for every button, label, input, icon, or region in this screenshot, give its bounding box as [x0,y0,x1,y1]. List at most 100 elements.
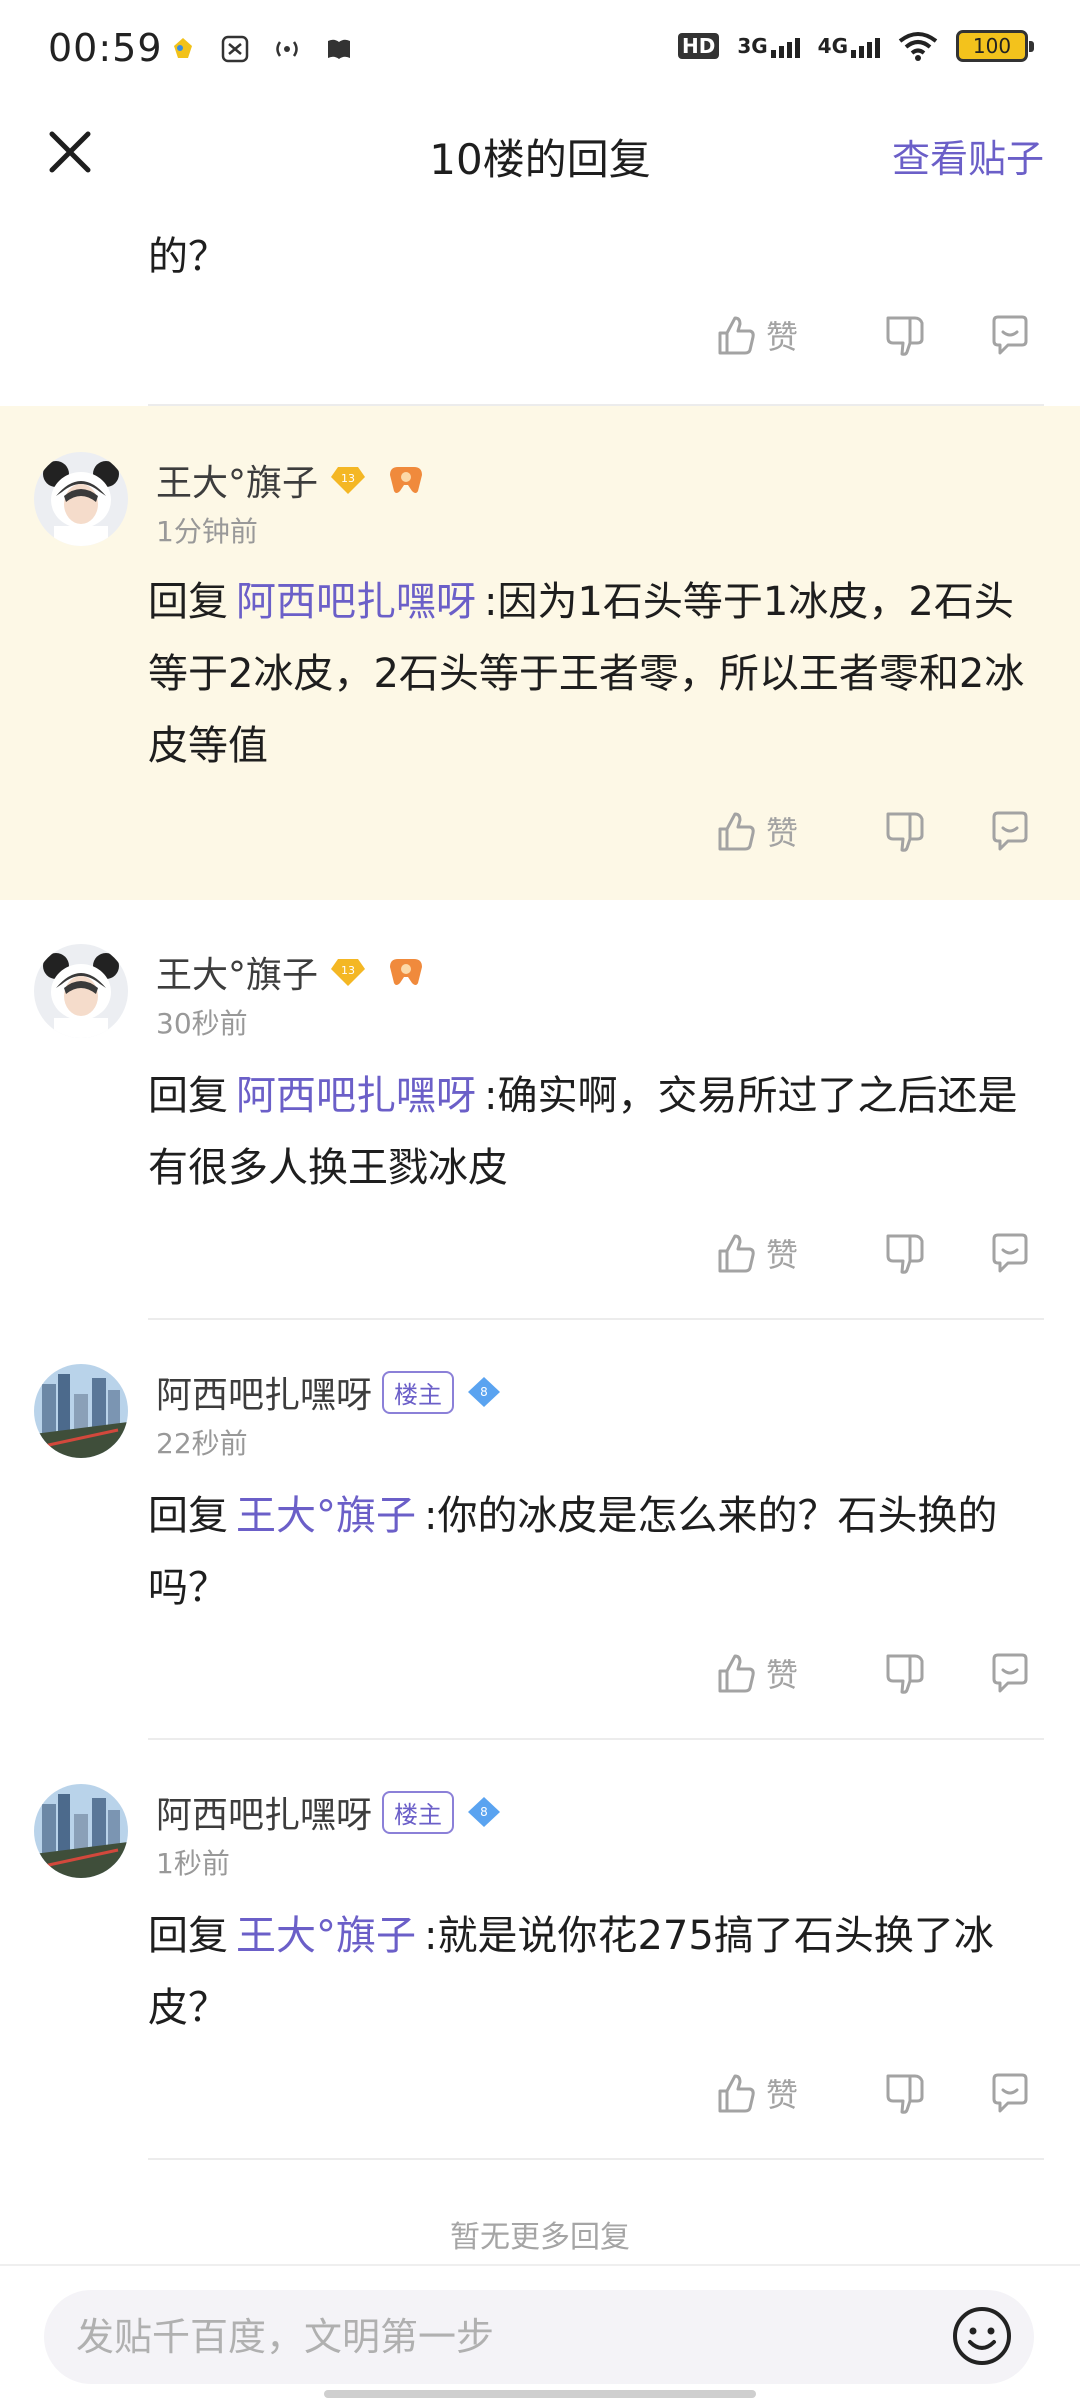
view-post-link[interactable]: 查看贴子 [892,128,1044,183]
avatar[interactable] [34,1784,128,1878]
action-bar: 赞 [714,2070,1032,2116]
comment-icon [992,811,1028,851]
thumbs-down-icon [886,316,924,356]
thumbs-up-icon [718,812,755,851]
owner-tag: 楼主 [382,1790,455,1834]
comment-icon [992,315,1028,355]
reply-time: 1秒前 [156,1847,230,1880]
like-button[interactable]: 赞 [714,2070,834,2116]
action-bar: 赞 [714,1230,1032,1276]
avatar-image [34,1784,128,1878]
home-indicator[interactable] [324,2390,756,2398]
nfc-signal-icon [276,41,298,57]
game-badge-icon [390,467,423,493]
previous-reply-tail: 的？ [148,234,228,280]
level-badge-icon: 8 [468,1377,501,1407]
hd-indicator: HD [677,33,720,59]
comment-icon [992,2073,1028,2113]
avatar[interactable] [34,452,128,546]
game-badge-icon [390,959,423,985]
avatar-image [34,944,128,1038]
username[interactable]: 阿西吧扎嘿呀 [156,1786,372,1838]
avatar[interactable] [34,1364,128,1458]
reply-prefix: 回复 [148,1913,228,1959]
reply-time: 22秒前 [156,1427,248,1460]
thumbs-down-icon [886,1234,924,1274]
battery-indicator: 100 [956,30,1034,62]
level-badge-icon: 13 [331,467,366,494]
action-bar: 赞 [714,1650,1032,1696]
dislike-button[interactable] [884,809,928,853]
compose-bar [0,2264,1080,2400]
compose-box [44,2290,1034,2384]
user-info: 王大°旗子 13 [156,946,426,998]
thumbs-up-icon [718,1234,755,1273]
comment-button[interactable] [988,313,1032,357]
reply-item: 王大°旗子 13 1分钟前 回复 阿西吧扎嘿呀:因为1石头等于1冰皮，2石头等于2… [0,406,1080,900]
avatar-image [34,452,128,546]
username[interactable]: 王大°旗子 [156,454,318,506]
status-bar: 00:59 HD 3G 4G 100 [0,0,1080,100]
status-time: 00:59 [48,26,163,70]
comment-icon [992,1653,1028,1693]
avatar-image [34,1364,128,1458]
level-badge-icon: 8 [468,1797,501,1827]
emoji-icon[interactable] [950,2304,1014,2368]
user-info: 阿西吧扎嘿呀 楼主 8 [156,1786,502,1838]
mention-link[interactable]: 阿西吧扎嘿呀 [236,1073,476,1119]
reply-content: 回复 阿西吧扎嘿呀:因为1石头等于1冰皮，2石头等于2冰皮，2石头等于王者零，所以… [148,566,1044,782]
username[interactable]: 阿西吧扎嘿呀 [156,1366,372,1418]
avatar[interactable] [34,944,128,1038]
like-button[interactable]: 赞 [714,312,834,358]
thumbs-up-icon [718,2074,755,2113]
reply-content: 回复 王大°旗子:你的冰皮是怎么来的？石头换的吗？ [148,1480,1044,1624]
dislike-button[interactable] [884,1231,928,1275]
reply-item: 阿西吧扎嘿呀 楼主 8 1秒前 回复 王大°旗子:就是说你花275搞了石头换了冰皮… [0,1740,1080,2160]
thumbs-down-icon [886,812,924,852]
app-store-icon [221,35,249,63]
svg-text:13: 13 [341,964,355,977]
reply-time: 30秒前 [156,1007,248,1040]
thumbs-up-icon [718,316,755,355]
header: 10楼的回复 查看贴子 [0,100,1080,204]
mention-link[interactable]: 王大°旗子 [236,1493,416,1539]
system-status: HD 3G 4G 100 [677,30,1034,62]
like-button[interactable]: 赞 [714,1230,834,1276]
action-bar: 赞 [714,808,1032,854]
reply-time: 1分钟前 [156,515,258,548]
level-badge-icon: 13 [331,959,366,986]
reply-prefix: 回复 [148,1493,228,1539]
comment-button[interactable] [988,1231,1032,1275]
comment-button[interactable] [988,2071,1032,2115]
username[interactable]: 王大°旗子 [156,946,318,998]
thumbs-down-icon [886,1654,924,1694]
signal-3g: 3G [737,34,800,58]
reply-item: 阿西吧扎嘿呀 楼主 8 22秒前 回复 王大°旗子:你的冰皮是怎么来的？石头换的吗… [0,1320,1080,1740]
reply-content: 回复 王大°旗子:就是说你花275搞了石头换了冰皮？ [148,1900,1044,2044]
user-info: 阿西吧扎嘿呀 楼主 8 [156,1366,502,1418]
dislike-button[interactable] [884,313,928,357]
dislike-button[interactable] [884,2071,928,2115]
like-button[interactable]: 赞 [714,808,834,854]
comment-icon [992,1233,1028,1273]
action-bar: 赞 [714,312,1032,358]
comment-button[interactable] [988,809,1032,853]
notification-icons [168,34,354,64]
mention-link[interactable]: 阿西吧扎嘿呀 [236,579,476,625]
like-button[interactable]: 赞 [714,1650,834,1696]
mention-link[interactable]: 王大°旗子 [236,1913,416,1959]
reply-content: 回复 阿西吧扎嘿呀:确实啊，交易所过了之后还是有很多人换王戮冰皮 [148,1060,1044,1204]
user-info: 王大°旗子 13 [156,454,426,506]
reply-item: 王大°旗子 13 30秒前 回复 阿西吧扎嘿呀:确实啊，交易所过了之后还是有很多人… [0,900,1080,1320]
wifi-icon [898,32,938,61]
reply-prefix: 回复 [148,579,228,625]
svg-text:8: 8 [480,1385,488,1399]
comment-button[interactable] [988,1651,1032,1695]
svg-text:13: 13 [341,472,355,485]
thumbs-up-icon [718,1654,755,1693]
signal-4g: 4G [818,34,880,58]
svg-text:8: 8 [480,1805,488,1819]
dislike-button[interactable] [884,1651,928,1695]
reply-input[interactable] [76,2290,956,2384]
app-notification-icon [174,38,192,58]
